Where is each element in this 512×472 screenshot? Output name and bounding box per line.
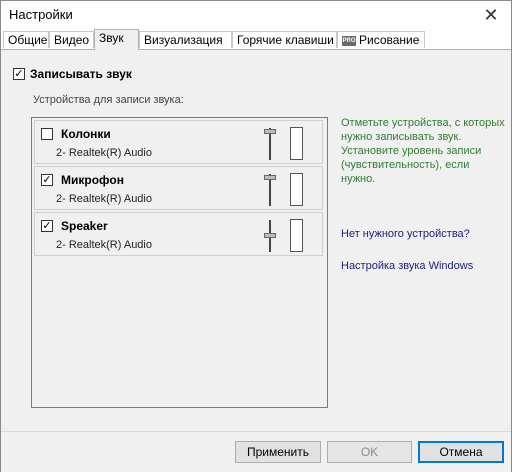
pro-badge-icon: PRO <box>342 35 356 46</box>
device-row-microphone: ✓ Микрофон 2- Realtek(R) Audio <box>34 166 323 210</box>
tab-sound[interactable]: Звук <box>94 29 139 50</box>
devices-caption: Устройства для записи звука: <box>33 94 184 106</box>
windows-sound-settings-link[interactable]: Настройка звука Windows <box>341 260 473 272</box>
record-sound-checkbox[interactable]: ✓ <box>13 68 25 80</box>
tab-general[interactable]: Общие <box>3 31 49 48</box>
tab-hotkeys[interactable]: Горячие клавиши <box>232 31 337 48</box>
device-name: Speaker <box>61 219 108 233</box>
record-sound-label: Записывать звук <box>30 67 132 81</box>
window-title: Настройки <box>9 7 73 22</box>
device-checkbox[interactable] <box>41 128 53 140</box>
tab-visualization[interactable]: Визуализация <box>139 31 232 48</box>
cancel-button[interactable]: Отмена <box>418 441 504 463</box>
dialog-footer: Применить OK Отмена <box>1 431 511 472</box>
level-meter <box>290 173 303 206</box>
apply-button[interactable]: Применить <box>235 441 321 463</box>
tab-bar: Общие Видео Звук Визуализация Горячие кл… <box>1 29 511 50</box>
device-list: Колонки 2- Realtek(R) Audio ✓ Микрофон 2… <box>31 117 328 408</box>
ok-button[interactable]: OK <box>327 441 412 463</box>
device-row-speaker: ✓ Speaker 2- Realtek(R) Audio <box>34 212 323 256</box>
missing-device-link[interactable]: Нет нужного устройства? <box>341 228 470 240</box>
device-driver: 2- Realtek(R) Audio <box>56 193 152 205</box>
level-meter <box>290 219 303 252</box>
device-checkbox[interactable]: ✓ <box>41 220 53 232</box>
level-meter <box>290 127 303 160</box>
device-name: Микрофон <box>61 173 124 187</box>
settings-window: Настройки ✕ Общие Видео Звук Визуализаци… <box>0 0 512 472</box>
volume-slider-thumb[interactable] <box>264 175 276 180</box>
device-name: Колонки <box>61 127 111 141</box>
title-bar: Настройки ✕ <box>1 1 511 29</box>
device-driver: 2- Realtek(R) Audio <box>56 147 152 159</box>
help-text: Отметьте устройства, с которых нужно зап… <box>341 117 505 185</box>
volume-slider-thumb[interactable] <box>264 233 276 238</box>
sound-tab-panel: ✓ Записывать звук Устройства для записи … <box>1 49 511 432</box>
close-icon[interactable]: ✕ <box>479 4 503 26</box>
device-checkbox[interactable]: ✓ <box>41 174 53 186</box>
device-row-kolonki: Колонки 2- Realtek(R) Audio <box>34 120 323 164</box>
volume-slider-thumb[interactable] <box>264 129 276 134</box>
device-driver: 2- Realtek(R) Audio <box>56 239 152 251</box>
tab-video[interactable]: Видео <box>49 31 94 48</box>
tab-drawing[interactable]: PRO Рисование <box>337 31 425 48</box>
